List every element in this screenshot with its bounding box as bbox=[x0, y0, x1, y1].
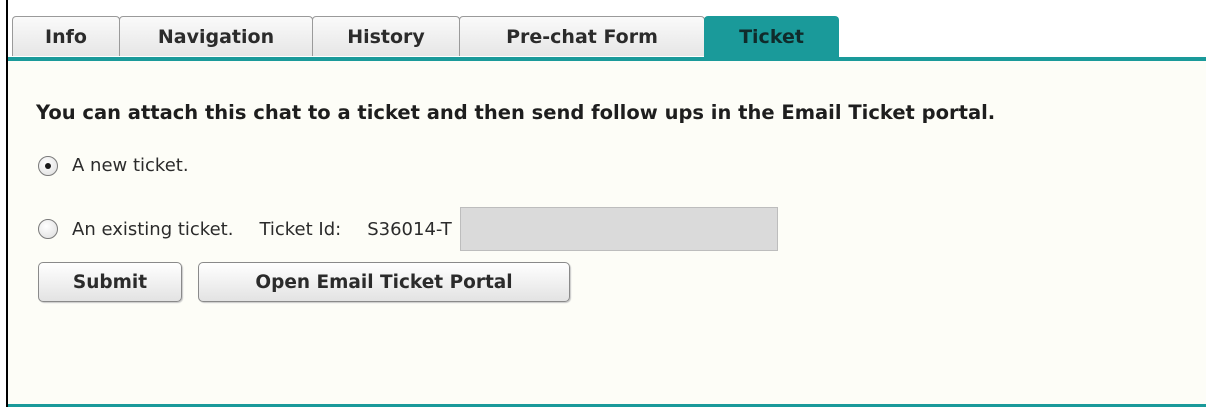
tab-ticket[interactable]: Ticket bbox=[704, 16, 839, 58]
existing-ticket-option: An existing ticket. Ticket Id: S36014-T bbox=[38, 207, 778, 251]
new-ticket-label: A new ticket. bbox=[72, 155, 189, 176]
open-email-ticket-portal-button[interactable]: Open Email Ticket Portal bbox=[198, 262, 570, 302]
ticket-id-label: Ticket Id: bbox=[259, 218, 342, 240]
ticket-id-input[interactable] bbox=[459, 207, 778, 251]
ticket-id-prefix: S36014-T bbox=[367, 218, 452, 240]
new-ticket-radio[interactable] bbox=[38, 155, 58, 176]
existing-ticket-label: An existing ticket. bbox=[72, 218, 234, 240]
new-ticket-option[interactable]: A new ticket. bbox=[38, 155, 189, 176]
tab-info[interactable]: Info bbox=[12, 16, 120, 56]
tab-navigation[interactable]: Navigation bbox=[119, 16, 313, 56]
ticket-frame: Info Navigation History Pre-chat Form Ti… bbox=[6, 0, 1206, 407]
tab-pre-chat-form[interactable]: Pre-chat Form bbox=[459, 16, 705, 56]
tab-history[interactable]: History bbox=[312, 16, 460, 56]
ticket-panel: You can attach this chat to a ticket and… bbox=[8, 57, 1206, 407]
submit-button[interactable]: Submit bbox=[38, 262, 182, 302]
existing-ticket-radio[interactable] bbox=[38, 219, 58, 239]
tab-bar: Info Navigation History Pre-chat Form Ti… bbox=[8, 16, 1206, 58]
intro-text: You can attach this chat to a ticket and… bbox=[36, 101, 996, 124]
